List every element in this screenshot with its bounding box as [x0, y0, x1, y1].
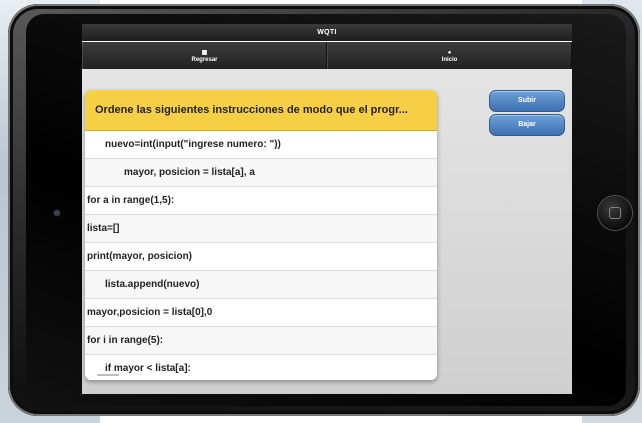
ordering-list: nuevo=int(input("ingrese numero: ")) mayo…	[85, 131, 437, 380]
camera-icon	[54, 210, 60, 216]
grid-icon: ▦	[201, 49, 208, 56]
home-button-label: Inicio	[441, 56, 458, 63]
move-down-button[interactable]: Bajar	[489, 114, 565, 136]
list-item[interactable]: lista=[]	[85, 215, 437, 243]
back-button[interactable]: ▦ Regresar	[82, 42, 327, 69]
app-screen: WQTI ▦ Regresar ● Inicio Ordene las sigu…	[82, 24, 572, 394]
list-item[interactable]: if mayor < lista[a]:	[85, 355, 437, 380]
move-up-button[interactable]: Subir	[489, 90, 565, 112]
app-title: WQTI	[82, 24, 572, 41]
home-button[interactable]: ● Inicio	[327, 42, 572, 69]
list-item[interactable]: mayor,posicion = lista[0],0	[85, 299, 437, 327]
list-item[interactable]: lista.append(nuevo)	[85, 271, 437, 299]
list-item[interactable]: print(mayor, posicion)	[85, 243, 437, 271]
list-item[interactable]: for i in range(5):	[85, 327, 437, 355]
scrollbar[interactable]	[97, 374, 119, 376]
nav-bar: ▦ Regresar ● Inicio	[82, 42, 572, 69]
list-item[interactable]: mayor, posicion = lista[a], a	[85, 159, 437, 187]
home-icon: ●	[447, 49, 452, 56]
question-prompt: Ordene las siguientes instrucciones de m…	[85, 90, 437, 131]
list-item[interactable]: nuevo=int(input("ingrese numero: "))	[85, 131, 437, 159]
ordering-question-card: Ordene las siguientes instrucciones de m…	[85, 90, 437, 380]
back-button-label: Regresar	[191, 56, 218, 63]
list-item[interactable]: for a in range(1,5):	[85, 187, 437, 215]
home-hardware-button[interactable]	[598, 196, 632, 230]
